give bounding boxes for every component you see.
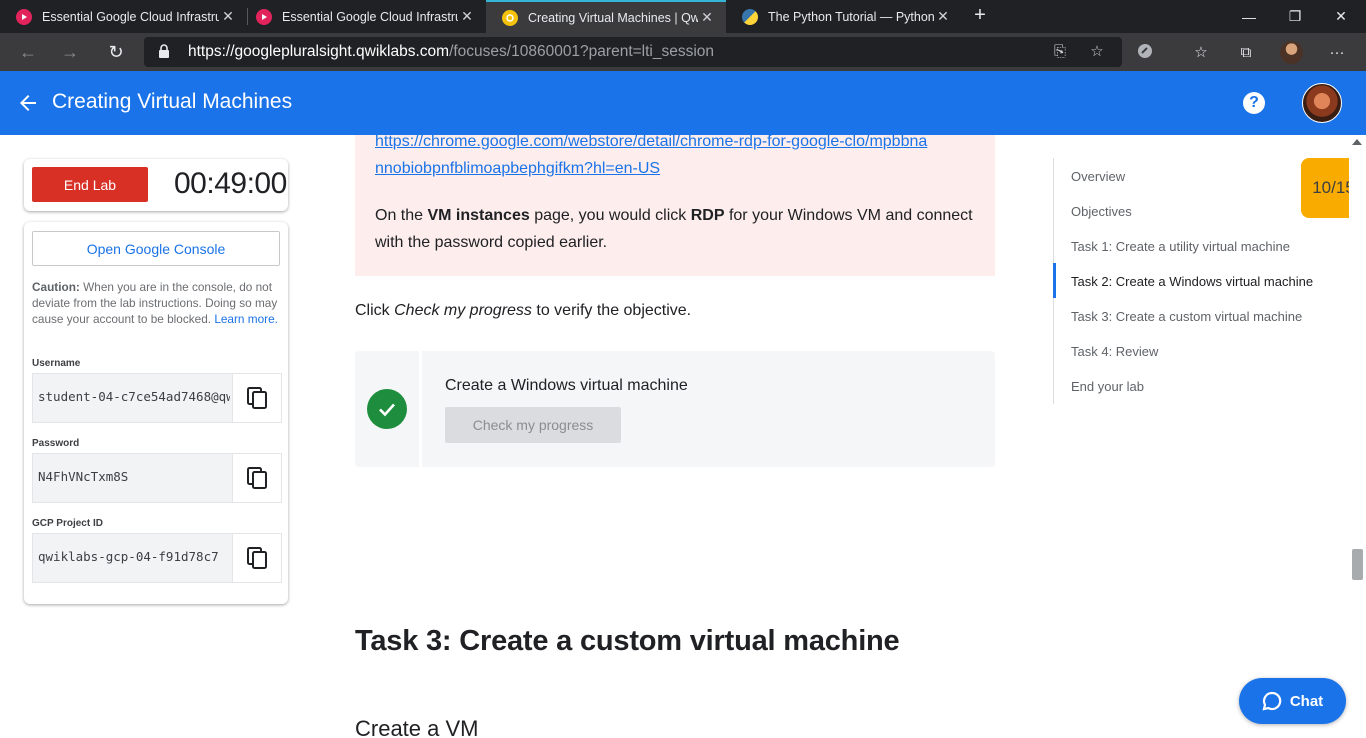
toc-active-marker <box>1053 263 1056 298</box>
instruction-text: Click <box>355 302 395 319</box>
extension-icon[interactable] <box>1134 42 1156 64</box>
copy-icon <box>247 547 267 569</box>
tab-title: Essential Google Cloud Infrastructure <box>282 9 458 24</box>
user-avatar[interactable] <box>1302 83 1342 123</box>
browser-toolbar: ← → ↻ https://googlepluralsight.qwiklabs… <box>0 33 1366 71</box>
chat-bubble-icon <box>1262 691 1282 711</box>
python-favicon-icon <box>742 8 758 25</box>
tip-callout: https://chrome.google.com/webstore/detai… <box>355 133 995 276</box>
chat-button[interactable]: Chat <box>1239 678 1346 724</box>
toc-item-task-4[interactable]: Task 4: Review <box>1071 344 1158 359</box>
password-field: N4FhVNcTxm8S <box>32 453 282 503</box>
copy-username-button[interactable] <box>232 374 281 422</box>
chrome-rdp-link[interactable]: https://chrome.google.com/webstore/detai… <box>375 128 935 182</box>
toc-item-overview[interactable]: Overview <box>1071 169 1125 184</box>
password-value[interactable]: N4FhVNcTxm8S <box>38 469 230 484</box>
end-lab-button[interactable]: End Lab <box>32 167 148 202</box>
progress-check-card: Create a Windows virtual machine Check m… <box>355 351 995 467</box>
tab-title: The Python Tutorial — Python 3 <box>768 9 934 24</box>
tip-text-part: On the <box>375 207 428 224</box>
project-id-label: GCP Project ID <box>32 518 103 529</box>
open-google-console-button[interactable]: Open Google Console <box>32 231 280 266</box>
lab-header: Creating Virtual Machines ? <box>0 71 1366 135</box>
caution-label: Caution: <box>32 280 80 294</box>
tip-text-part: page, you would click <box>529 207 691 224</box>
verify-instruction: Click Check my progress to verify the ob… <box>355 302 691 320</box>
back-arrow-icon[interactable] <box>16 91 40 115</box>
toc-item-objectives[interactable]: Objectives <box>1071 204 1132 219</box>
create-vm-subheading: Create a VM <box>355 716 479 738</box>
credentials-card: Open Google Console Caution: When you ar… <box>24 222 288 604</box>
lab-timer: 00:49:00 <box>174 167 287 200</box>
minimize-icon[interactable]: — <box>1226 0 1272 33</box>
toc-item-task-3[interactable]: Task 3: Create a custom virtual machine <box>1071 309 1302 324</box>
copy-icon <box>247 467 267 489</box>
copy-password-button[interactable] <box>232 454 281 502</box>
tab-close-icon[interactable]: ✕ <box>458 8 476 25</box>
tab-close-icon[interactable]: ✕ <box>698 9 716 26</box>
browser-tab-strip: Essential Google Cloud Infrastructure ✕ … <box>0 0 1366 33</box>
table-of-contents: Overview Objectives Task 1: Create a uti… <box>1053 158 1343 404</box>
scroll-up-arrow-icon[interactable] <box>1352 139 1362 145</box>
pluralsight-favicon-icon <box>256 8 272 25</box>
tip-bold-rdp: RDP <box>690 207 725 224</box>
project-id-field: qwiklabs-gcp-04-f91d78c7 <box>32 533 282 583</box>
browser-tab-2[interactable]: Essential Google Cloud Infrastructure ✕ <box>240 0 486 33</box>
tab-close-icon[interactable]: ✕ <box>934 8 952 25</box>
new-tab-plus-icon[interactable]: + <box>968 4 992 28</box>
address-bar[interactable]: https://googlepluralsight.qwiklabs.com/f… <box>144 37 1122 67</box>
username-field: student-04-c7ce54ad7468@qwiklabs.net <box>32 373 282 423</box>
favorites-list-icon[interactable]: ☆ <box>1190 42 1212 64</box>
collections-icon[interactable]: ⧉ <box>1235 42 1257 64</box>
username-label: Username <box>32 358 81 369</box>
help-icon[interactable]: ? <box>1243 92 1265 114</box>
chat-label: Chat <box>1289 692 1324 710</box>
project-id-value[interactable]: qwiklabs-gcp-04-f91d78c7 <box>38 549 230 564</box>
username-value[interactable]: student-04-c7ce54ad7468@qwiklabs.net <box>38 389 230 404</box>
window-close-icon[interactable]: ✕ <box>1318 0 1364 33</box>
check-complete-icon <box>367 389 407 429</box>
favorite-star-icon[interactable]: ☆ <box>1087 42 1107 62</box>
toc-item-task-1[interactable]: Task 1: Create a utility virtual machine <box>1071 239 1290 254</box>
read-aloud-icon[interactable]: ⎘ <box>1050 42 1070 62</box>
copy-icon <box>247 387 267 409</box>
restore-icon[interactable]: ❐ <box>1272 0 1318 33</box>
check-my-progress-button[interactable]: Check my progress <box>445 407 621 443</box>
forward-icon[interactable]: → <box>56 38 84 66</box>
tab-close-icon[interactable]: ✕ <box>219 8 237 25</box>
page-scrollbar[interactable] <box>1349 135 1366 738</box>
check-title: Create a Windows virtual machine <box>445 377 688 394</box>
caution-text: Caution: When you are in the console, do… <box>32 279 282 327</box>
browser-tab-3-active[interactable]: Creating Virtual Machines | Qwiklabs ✕ <box>486 0 726 33</box>
learn-more-link[interactable]: Learn more. <box>214 312 278 326</box>
tip-paragraph: On the VM instances page, you would clic… <box>375 202 975 256</box>
browser-tab-1[interactable]: Essential Google Cloud Infrastructure ✕ <box>0 0 247 33</box>
reload-icon[interactable]: ↻ <box>102 38 130 66</box>
lock-icon <box>159 44 169 58</box>
tab-title: Essential Google Cloud Infrastructure <box>42 9 219 24</box>
qwiklabs-favicon-icon <box>502 9 518 26</box>
password-label: Password <box>32 438 80 449</box>
tab-title: Creating Virtual Machines | Qwiklabs <box>528 10 698 25</box>
instruction-italic: Check my progress <box>394 302 532 319</box>
page-title: Creating Virtual Machines <box>52 90 293 113</box>
tip-bold-vm-instances: VM instances <box>427 207 530 224</box>
more-menu-icon[interactable]: ··· <box>1326 42 1348 64</box>
card-divider <box>419 351 422 467</box>
back-icon[interactable]: ← <box>14 38 42 66</box>
copy-project-id-button[interactable] <box>232 534 281 582</box>
pluralsight-favicon-icon <box>16 8 32 25</box>
scroll-thumb[interactable] <box>1352 549 1363 580</box>
toc-item-end-lab[interactable]: End your lab <box>1071 379 1144 394</box>
toc-item-task-2[interactable]: Task 2: Create a Windows virtual machine <box>1071 274 1313 289</box>
url-host: https://googlepluralsight.qwiklabs.com <box>188 43 450 60</box>
browser-tab-4[interactable]: The Python Tutorial — Python 3 ✕ <box>726 0 962 33</box>
lab-timer-card: End Lab 00:49:00 <box>24 159 288 211</box>
task-3-heading: Task 3: Create a custom virtual machine <box>355 625 900 657</box>
instruction-text: to verify the objective. <box>531 302 692 319</box>
url-text: https://googlepluralsight.qwiklabs.com/f… <box>188 43 714 61</box>
url-path: /focuses/10860001?parent=lti_session <box>449 43 715 60</box>
browser-profile-icon[interactable] <box>1280 41 1303 64</box>
